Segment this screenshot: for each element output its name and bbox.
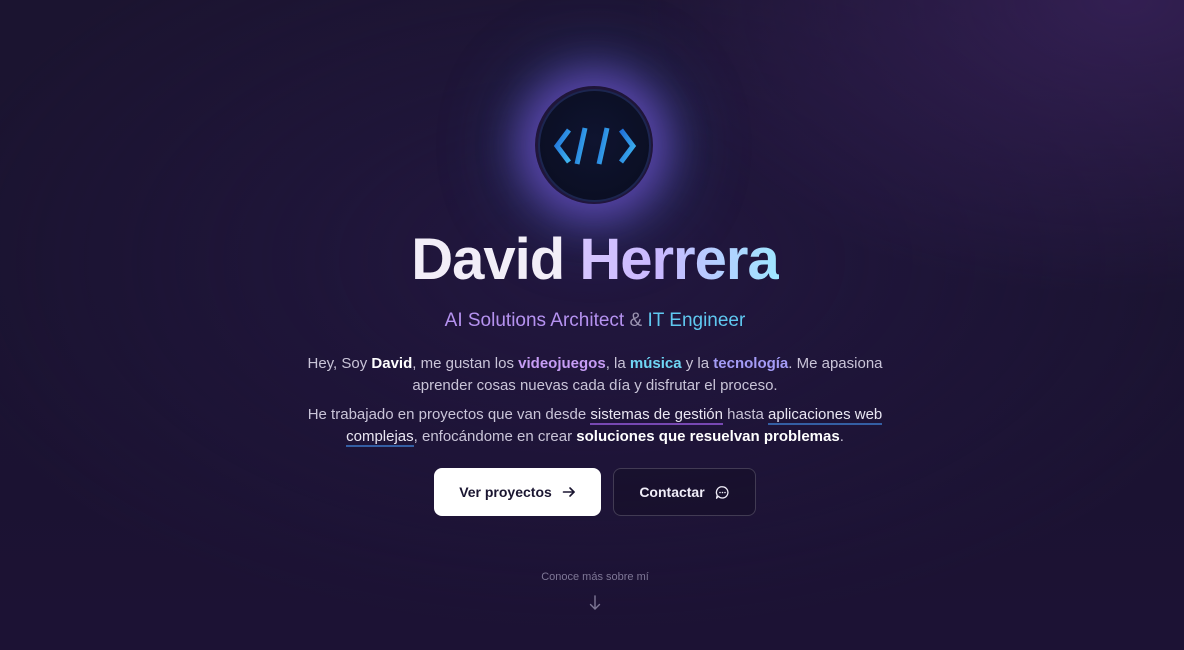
dh-code-logo-icon: [553, 125, 636, 165]
view-projects-button[interactable]: Ver proyectos: [434, 468, 601, 516]
intro-paragraph-1: Hey, Soy David, me gustan los videojuego…: [292, 353, 898, 397]
contact-label: Contactar: [639, 484, 705, 500]
page-title: David Herrera: [0, 226, 1184, 294]
intro-text: , la: [605, 355, 630, 372]
intro-text: .: [839, 428, 844, 445]
title-first-name: David: [411, 227, 565, 292]
title-last-name: Herrera: [579, 227, 779, 292]
intro-name: David: [371, 355, 413, 372]
subtitle-role-ai: AI Solutions Architect: [444, 310, 625, 331]
scroll-hint[interactable]: Conoce más sobre mí: [0, 571, 1184, 583]
arrow-down-icon[interactable]: [587, 594, 603, 612]
page-subtitle: AI Solutions Architect & IT Engineer: [0, 308, 1184, 334]
highlight-videogames: videojuegos: [518, 355, 606, 372]
intro-text: , me gustan los: [412, 355, 519, 372]
highlight-management-systems: sistemas de gestión: [590, 406, 723, 425]
hero-section: David Herrera AI Solutions Architect & I…: [0, 0, 1184, 650]
intro-text: hasta: [723, 406, 769, 423]
contact-button[interactable]: Contactar: [613, 468, 756, 516]
intro-text: , enfocándome en crear: [413, 428, 577, 445]
view-projects-label: Ver proyectos: [459, 484, 552, 500]
highlight-technology: tecnología: [713, 355, 789, 372]
intro-text: He trabajado en proyectos que van desde: [307, 406, 591, 423]
arrow-right-icon: [562, 487, 575, 497]
subtitle-role-it: IT Engineer: [647, 310, 746, 331]
subtitle-ampersand: &: [629, 310, 643, 331]
intro-paragraph-2: He trabajado en proyectos que van desde …: [292, 404, 898, 448]
avatar: [538, 89, 651, 202]
highlight-solutions: soluciones que resuelvan problemas: [576, 428, 840, 445]
chat-bubble-icon: [715, 485, 729, 499]
intro-text: Hey, Soy: [307, 355, 372, 372]
highlight-music: música: [629, 355, 682, 372]
intro-text: y la: [681, 355, 714, 372]
